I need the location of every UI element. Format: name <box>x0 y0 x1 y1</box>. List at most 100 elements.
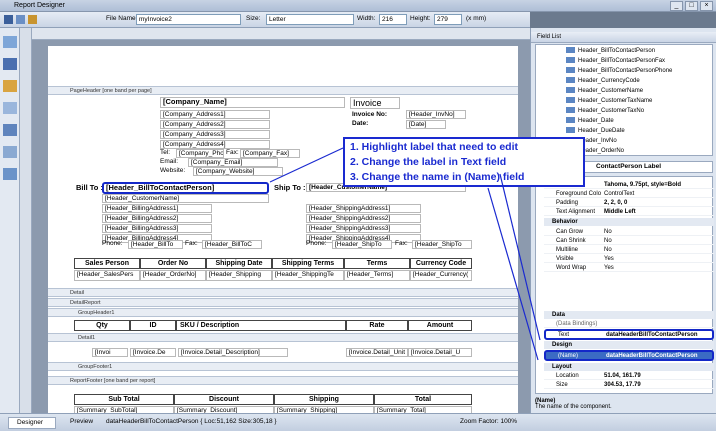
sales-person-field[interactable]: [Header_SalesPers <box>74 270 140 281</box>
prop-name[interactable]: (Name) dataHeaderBillToContactPerson <box>544 350 714 361</box>
shipping-terms-field[interactable]: [Header_ShippingTe <box>272 270 344 281</box>
maximize-button[interactable]: □ <box>685 1 698 11</box>
save-icon[interactable] <box>4 15 13 24</box>
company-fax-field[interactable]: [Company_Fax] <box>240 149 300 158</box>
prop-can-shrink[interactable]: Can Shrink No <box>544 237 714 245</box>
company-address2-field[interactable]: [Company_Address2] <box>160 120 270 129</box>
preview-tab[interactable]: Preview <box>62 417 102 429</box>
data-category[interactable]: Data <box>544 311 714 319</box>
field-list-item[interactable]: Header_DueDate <box>566 127 625 135</box>
invoice-title[interactable]: Invoice <box>350 97 400 109</box>
field-list-item[interactable]: Header_BillToContactPersonPhone <box>566 67 672 75</box>
sales-person-header[interactable]: Sales Person <box>74 258 140 269</box>
shipping-address1-field[interactable]: [Header_ShippingAddress1] <box>306 204 421 213</box>
discount-header[interactable]: Discount <box>174 394 274 405</box>
order-no-header[interactable]: Order No <box>140 258 206 269</box>
sub-total-header[interactable]: Sub Total <box>74 394 174 405</box>
table-tool-icon[interactable] <box>3 168 17 180</box>
prop-multiline[interactable]: Multiline No <box>544 246 714 254</box>
field-list-item[interactable]: Header_CustomerTaxNo <box>566 107 644 115</box>
field-list-item[interactable]: Header_BillToContactPersonFax <box>566 57 665 65</box>
layout-category[interactable]: Layout <box>544 363 714 371</box>
prop-text-align[interactable]: Text Alignment Middle Left <box>544 208 714 216</box>
ship-fax-field[interactable]: [Header_ShipTo <box>412 240 472 249</box>
pointer-tool-icon[interactable] <box>3 36 17 48</box>
shipping-date-field[interactable]: [Header_Shipping <box>206 270 272 281</box>
id-header[interactable]: ID <box>130 320 176 331</box>
field-list-item[interactable]: Header_CustomerName <box>566 87 643 95</box>
shipping-terms-header[interactable]: Shipping Terms <box>272 258 344 269</box>
page-header-band[interactable]: PageHeader [one band per page] <box>48 86 518 95</box>
billing-address1-field[interactable]: [Header_BillingAddress1] <box>102 204 212 213</box>
detail1-band[interactable]: Detail1 <box>48 333 518 342</box>
height-input[interactable]: 279 <box>434 14 462 25</box>
rate-header[interactable]: Rate <box>346 320 408 331</box>
terms-field[interactable]: [Header_Terms] <box>344 270 410 281</box>
field-list-item[interactable]: Header_CurrencyCode <box>566 77 640 85</box>
label-tool-icon[interactable] <box>3 58 17 70</box>
size-select[interactable]: Letter <box>266 14 354 25</box>
behavior-category[interactable]: Behavior <box>544 218 714 226</box>
terms-header[interactable]: Terms <box>344 258 410 269</box>
total-header[interactable]: Total <box>374 394 472 405</box>
billing-address2-field[interactable]: [Header_BillingAddress2] <box>102 214 212 223</box>
shipping-address2-field[interactable]: [Header_ShippingAddress2] <box>306 214 421 223</box>
prop-can-grow[interactable]: Can Grow No <box>544 228 714 236</box>
invoice-no-field[interactable]: [Header_InvNo] <box>406 110 466 119</box>
billing-address3-field[interactable]: [Header_BillingAddress3] <box>102 224 212 233</box>
rate-field[interactable]: [Invoice.Detail_Unit <box>346 348 408 357</box>
date-field[interactable]: [Date] <box>406 120 446 129</box>
prop-data-bindings[interactable]: (Data Bindings) <box>544 320 714 328</box>
line-tool-icon[interactable] <box>3 124 17 136</box>
company-phone-field[interactable]: [Company_Phon <box>176 149 224 158</box>
shipping-header[interactable]: Shipping <box>274 394 374 405</box>
order-no-field[interactable]: [Header_OrderNo] <box>140 270 206 281</box>
amount-header[interactable]: Amount <box>408 320 472 331</box>
bill-phone-field[interactable]: [Header_BillTo <box>128 240 183 249</box>
picture-tool-icon[interactable] <box>3 80 17 92</box>
prop-word-wrap[interactable]: Word Wrap Yes <box>544 264 714 272</box>
designer-tab[interactable]: Designer <box>8 417 56 429</box>
qty-header[interactable]: Qty <box>74 320 130 331</box>
print-icon[interactable] <box>16 15 25 24</box>
company-address4-field[interactable]: [Company_Address4] <box>160 140 270 149</box>
report-footer-band[interactable]: ReportFooter [one band per report] <box>48 376 518 385</box>
panel-tool-icon[interactable] <box>3 102 17 114</box>
prop-location[interactable]: Location 51.04, 161.79 <box>544 372 714 380</box>
file-name-input[interactable]: myInvoice2 <box>136 14 241 25</box>
bill-to-customer-field[interactable]: [Header_CustomerName] <box>102 194 269 203</box>
company-address1-field[interactable]: [Company_Address1] <box>160 110 270 119</box>
design-category[interactable]: Design <box>544 341 714 349</box>
company-name-field[interactable]: [Company_Name] <box>160 97 345 108</box>
company-address3-field[interactable]: [Company_Address3] <box>160 130 270 139</box>
export-icon[interactable] <box>28 15 37 24</box>
qty-field[interactable]: [Invoi <box>92 348 128 357</box>
bill-to-contact-person-field[interactable]: [Header_BillToContactPerson] <box>102 182 269 194</box>
bill-fax-field[interactable]: [Header_BillToC <box>202 240 262 249</box>
ship-phone-field[interactable]: [Header_ShipTo <box>332 240 392 249</box>
shipping-address3-field[interactable]: [Header_ShippingAddress3] <box>306 224 421 233</box>
currency-code-field[interactable]: [Header_Currency( <box>410 270 472 281</box>
currency-code-header[interactable]: Currency Code <box>410 258 472 269</box>
company-website-field[interactable]: [Company_Website] <box>193 167 283 176</box>
sku-header[interactable]: SKU / Description <box>176 320 346 331</box>
id-field[interactable]: [Invoice.De <box>130 348 176 357</box>
amount-field[interactable]: [Invoice.Detail_U <box>408 348 472 357</box>
company-email-field[interactable]: [Company_Email] <box>188 158 278 167</box>
detail-report-band[interactable]: DetailReport <box>48 298 518 307</box>
shipping-date-header[interactable]: Shipping Date <box>206 258 272 269</box>
prop-padding[interactable]: Padding 2, 2, 0, 0 <box>544 199 714 207</box>
close-button[interactable]: × <box>700 1 713 11</box>
field-list-item[interactable]: Header_Date <box>566 117 614 125</box>
detail-band[interactable]: Detail <box>48 288 518 297</box>
group-footer-band[interactable]: GroupFooter1 <box>48 362 518 371</box>
prop-forecolor[interactable]: Foreground Colo ControlText <box>544 190 714 198</box>
width-input[interactable]: 216 <box>379 14 407 25</box>
group-header-band[interactable]: GroupHeader1 <box>48 308 518 317</box>
prop-size[interactable]: Size 304.53, 17.79 <box>544 381 714 389</box>
description-field[interactable]: [Invoice.Detail_Description] <box>178 348 288 357</box>
field-list-item[interactable]: Header_BillToContactPerson <box>566 47 655 55</box>
minimize-button[interactable]: _ <box>670 1 683 11</box>
shape-tool-icon[interactable] <box>3 146 17 158</box>
prop-text[interactable]: Text dataHeaderBillToContactPerson <box>544 329 714 340</box>
